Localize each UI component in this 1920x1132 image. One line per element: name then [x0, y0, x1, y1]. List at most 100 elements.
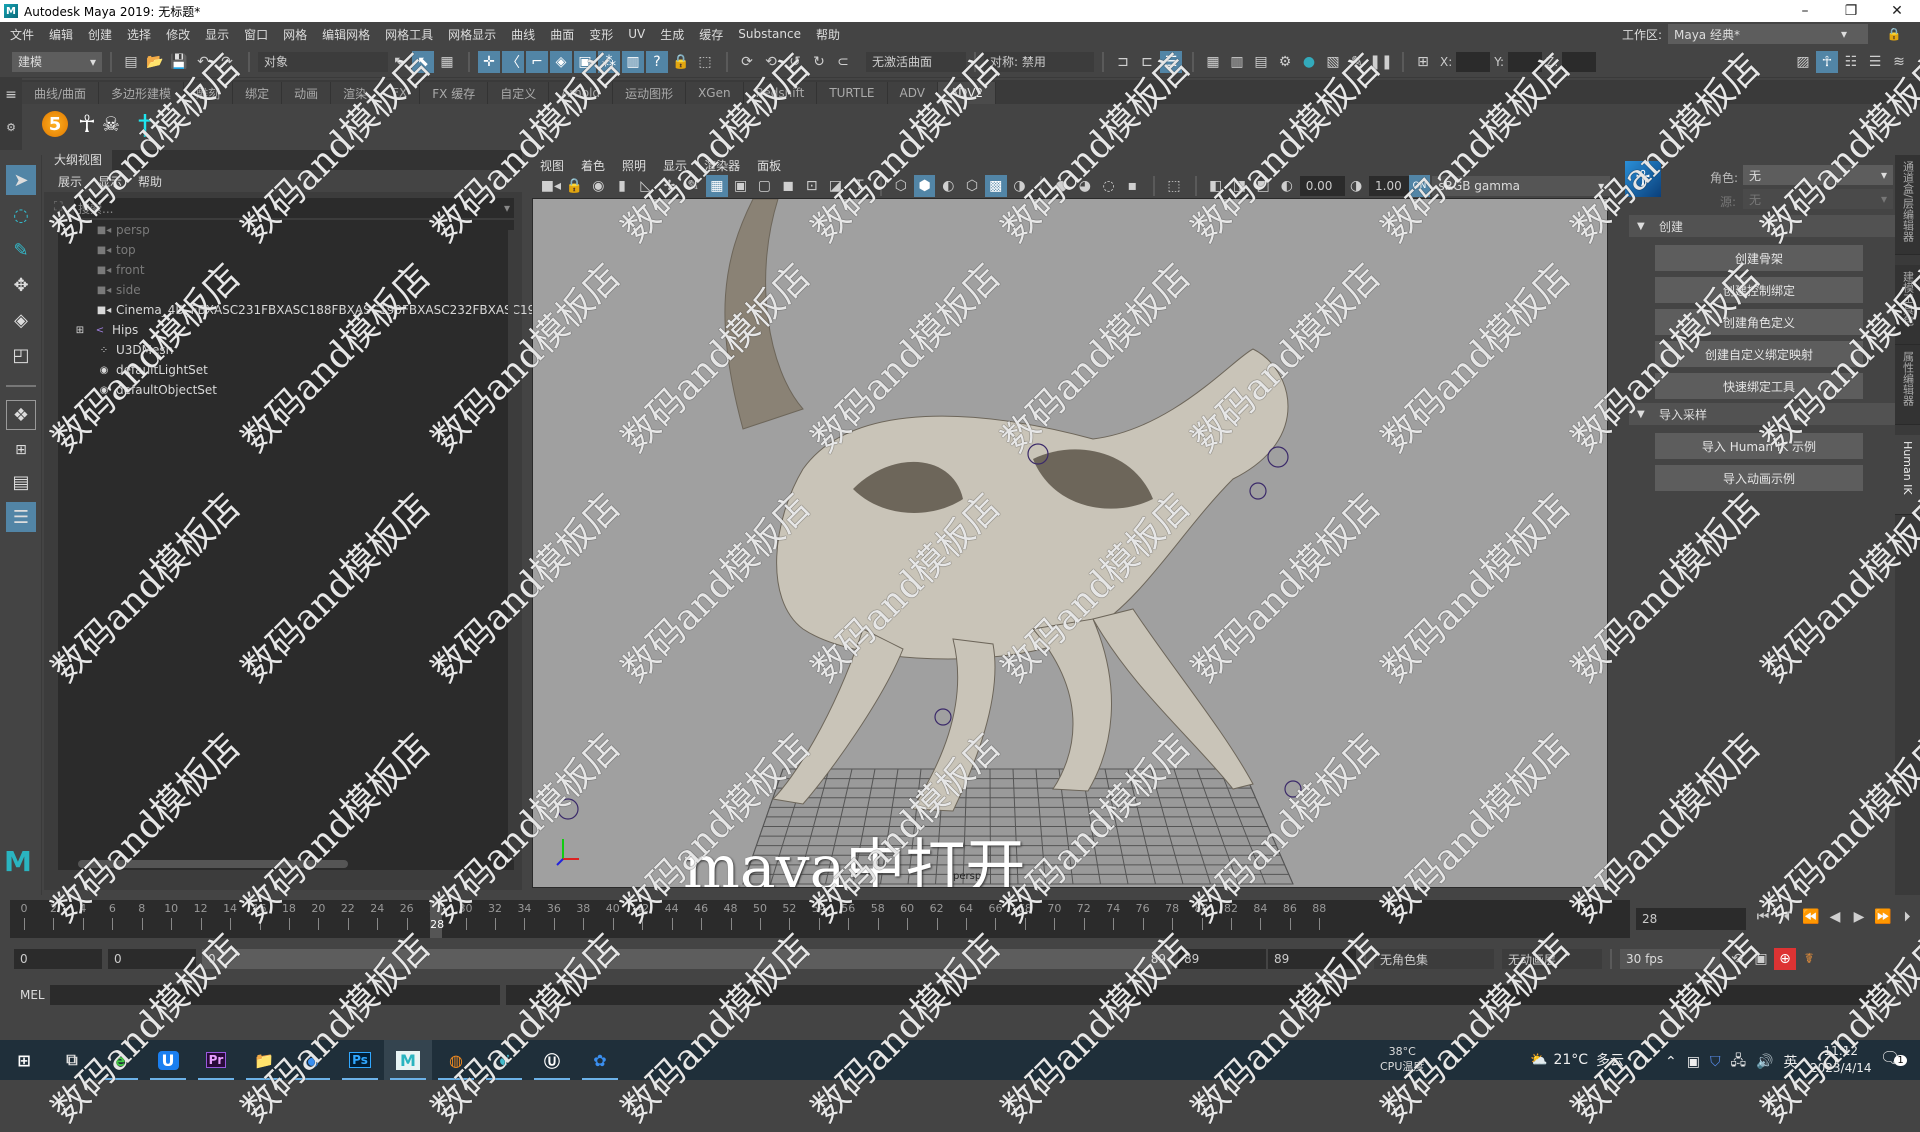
menu-set-dropdown[interactable]: 建模 ▾ [12, 51, 102, 72]
shelf-tab[interactable]: 自定义 [488, 82, 550, 104]
chevron-down-icon[interactable]: ▾ [504, 201, 510, 215]
animation-end-field[interactable]: 89 [1268, 949, 1356, 969]
shelf-tab[interactable]: FX [380, 82, 421, 104]
adv-5-icon[interactable]: 5 [42, 111, 68, 137]
shelf-settings-icon[interactable]: ⚙ [0, 116, 22, 138]
tab-channel-box[interactable]: 通道盒/层编辑器 [1895, 155, 1920, 255]
step-back-key-icon[interactable]: ⏪ [1800, 906, 1822, 928]
clock[interactable]: 11:12 2023/4/14 [1810, 1043, 1872, 1077]
outliner-item[interactable]: ■◂ side [96, 280, 141, 300]
cinema4d-icon[interactable]: ◉ [288, 1040, 336, 1080]
shelf-tab[interactable]: ADV [887, 82, 938, 104]
range-slider-start[interactable]: 0 [208, 952, 216, 966]
shelf-tab[interactable]: 动画 [282, 82, 332, 104]
render-view-icon[interactable]: ▦ [1202, 51, 1224, 73]
shelf-tab[interactable]: 曲线/曲面 [22, 82, 100, 104]
outliner-item[interactable]: ◉ defaultLightSet [96, 360, 208, 380]
2d-pan-zoom-icon[interactable]: ✢ [659, 175, 681, 197]
tray-app-icon[interactable]: ▣ [1687, 1054, 1700, 1070]
lock-camera-icon[interactable]: 🔒 [564, 175, 586, 197]
tab-attribute-editor[interactable]: 属性编辑器 [1895, 345, 1920, 425]
shadows-icon[interactable]: ● [1050, 175, 1072, 197]
snap-view-plane-icon[interactable]: ◈ [550, 50, 572, 73]
security-shield-icon[interactable]: ⛉ [1710, 1054, 1721, 1070]
snap-curve-icon[interactable]: 〈 [502, 50, 524, 73]
xray-components-icon[interactable]: ◩ [1252, 175, 1274, 197]
restore-button[interactable]: ❐ [1828, 0, 1874, 22]
auto-key-icon[interactable]: ⊕ [1774, 948, 1796, 970]
step-forward-frame-icon[interactable]: ⏵ [1896, 906, 1918, 928]
human-ik-icon[interactable]: ☥ [1816, 50, 1838, 73]
grid-icon[interactable]: ▦ [706, 175, 728, 197]
create-custom-rig-mapping-button[interactable]: 创建自定义绑定映射 [1655, 341, 1863, 367]
resolution-gate-icon[interactable]: ▢ [753, 175, 775, 197]
menu-mesh-tools[interactable]: 网格工具 [385, 26, 433, 43]
menu-select[interactable]: 选择 [127, 26, 151, 43]
smooth-shade-icon[interactable]: ⬢ [913, 175, 936, 197]
photoshop-icon[interactable]: Ps [336, 1040, 384, 1080]
outliner-item[interactable]: ⊞ < Hips [72, 320, 138, 340]
create-skeleton-button[interactable]: 创建骨架 [1655, 245, 1863, 271]
rotate-tool-icon[interactable]: ◈ [6, 305, 36, 335]
grease-pencil-icon[interactable]: ✎ [682, 175, 704, 197]
move-tool-icon[interactable]: ✥ [6, 270, 36, 300]
save-scene-icon[interactable]: 💾 [168, 51, 190, 73]
viewport-menu-panels[interactable]: 面板 [757, 157, 781, 174]
step-back-frame-icon[interactable]: ⏴ [1776, 906, 1798, 928]
current-frame-marker[interactable]: 28 [430, 900, 444, 938]
undo-icon[interactable]: ↶ [192, 51, 214, 73]
menu-create[interactable]: 创建 [88, 26, 112, 43]
animation-start-field[interactable]: 0 [14, 949, 102, 969]
app-u-icon[interactable]: U [144, 1040, 192, 1080]
safe-title-icon[interactable]: T [848, 175, 870, 197]
z-field[interactable] [1562, 51, 1597, 72]
mel-input[interactable] [50, 985, 500, 1005]
selection-mode-field[interactable]: 对象 [258, 51, 388, 72]
outliner-menu-help[interactable]: 帮助 [138, 173, 162, 190]
menu-edit-mesh[interactable]: 编辑网格 [322, 26, 370, 43]
menu-cache[interactable]: 缓存 [699, 26, 723, 43]
maya-icon[interactable]: M [384, 1040, 432, 1080]
input-ops-icon[interactable]: ⟳ [736, 51, 758, 73]
outliner-item[interactable]: ■◂ front [96, 260, 145, 280]
bookmark-icon[interactable]: ▮ [611, 175, 633, 197]
new-scene-icon[interactable]: ▤ [120, 51, 142, 73]
outliner-item[interactable]: ⁘ U3DMesh [96, 340, 173, 360]
viewport-persp[interactable]: persp maya中打开 [532, 198, 1608, 888]
minimize-button[interactable]: – [1782, 0, 1828, 22]
select-object-icon[interactable]: ⬉ [412, 50, 434, 73]
viewport-menu-lighting[interactable]: 照明 [622, 157, 646, 174]
expand-icon[interactable]: ⊞ [72, 325, 88, 336]
viewport-menu-view[interactable]: 视图 [540, 157, 564, 174]
show-tool-settings-icon[interactable]: ⊏ [1136, 51, 1158, 73]
filter-icon[interactable]: ⛶ [54, 199, 62, 214]
snap-vertex-icon[interactable]: ⁂ [598, 50, 620, 73]
menu-deform[interactable]: 变形 [589, 26, 613, 43]
select-camera-icon[interactable]: ■◂ [540, 175, 562, 197]
vertical-scrollbar[interactable] [508, 230, 514, 860]
shelf-tab[interactable]: TURTLE [817, 82, 888, 104]
network-icon[interactable]: 🖧 [1730, 1050, 1746, 1074]
create-control-rig-button[interactable]: 创建控制绑定 [1655, 277, 1863, 303]
range-slider-end[interactable]: 89 [1151, 952, 1166, 966]
chevron-up-icon[interactable]: ⌃ [1665, 1054, 1677, 1070]
close-button[interactable]: ✕ [1874, 0, 1920, 22]
viewport-menu-show[interactable]: 显示 [663, 157, 687, 174]
menu-display[interactable]: 显示 [205, 26, 229, 43]
play-backwards-icon[interactable]: ◀ [1824, 906, 1846, 928]
shelf-tab[interactable]: 运动图形 [613, 82, 687, 104]
menu-file[interactable]: 文件 [10, 26, 34, 43]
import-hik-example-button[interactable]: 导入 Human IK 示例 [1655, 433, 1863, 459]
live-surface-field[interactable]: 无激活曲面 [866, 51, 966, 72]
weather-widget[interactable]: ⛅ 21°C 多云 [1530, 1050, 1624, 1070]
xray-joints-icon[interactable]: ◨ [1229, 175, 1251, 197]
pause-viewport-icon[interactable]: ❚❚ [1369, 51, 1392, 73]
ie-browser-icon[interactable]: e [96, 1040, 144, 1080]
wireframe-on-shaded-icon[interactable]: ⬡ [961, 175, 983, 197]
anti-aliasing-icon[interactable]: ▪ [1121, 175, 1143, 197]
hik-character-icon[interactable]: ☥ [1625, 161, 1661, 197]
image-plane-icon[interactable]: ◺ [635, 175, 657, 197]
tab-human-ik[interactable]: Human IK [1895, 435, 1920, 515]
textured-icon[interactable]: ▩ [984, 175, 1007, 197]
render-settings-icon[interactable]: ⚙ [1274, 51, 1296, 73]
